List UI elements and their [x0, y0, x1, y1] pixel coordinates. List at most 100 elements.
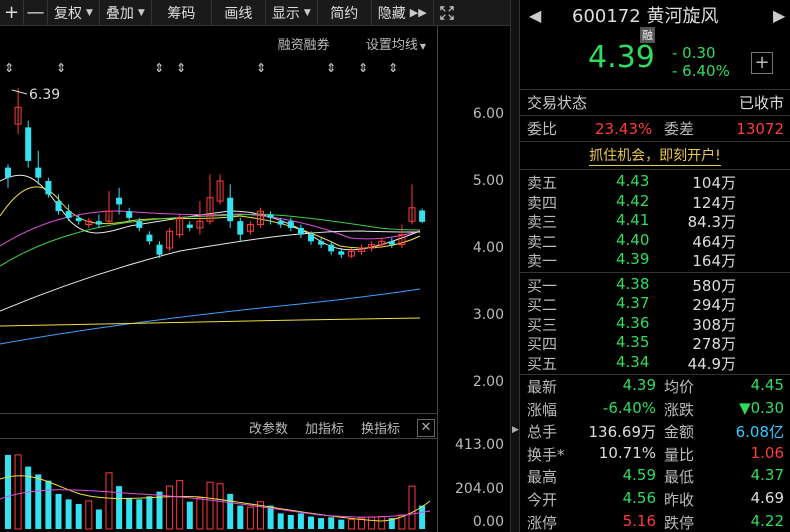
candle-body	[227, 197, 234, 222]
stock-name: 黄河旋风	[646, 6, 719, 27]
order-book-row[interactable]: 买五 4.34 44.9万	[520, 353, 790, 373]
fuquan-dropdown[interactable]: 复权 ▼	[48, 0, 100, 25]
stat-value: 4.45	[750, 376, 784, 394]
event-marker-icon[interactable]: ⇕	[256, 61, 266, 75]
candle-body	[237, 221, 244, 235]
volume-axis-label: 0.00	[472, 514, 504, 530]
candle-body	[156, 244, 163, 255]
weicha-label: 委差	[664, 120, 695, 138]
volume-bar	[378, 516, 386, 530]
kline-chart-area[interactable]: 融资融券 设置均线 ▼ ⇕ ⇕ ⇕ ⇕ ⇕ ⇕ ⇕ ⇕ 6.39	[0, 26, 510, 532]
prev-stock-icon[interactable]: ◀	[529, 6, 541, 25]
huaxian-button[interactable]: 画线	[212, 0, 266, 25]
volume-bar	[338, 519, 345, 529]
chouma-button[interactable]: 筹码	[152, 0, 212, 25]
jianyue-button[interactable]: 简约	[318, 0, 372, 25]
candle-body	[338, 251, 345, 255]
price-axis-label: 3.00	[472, 307, 504, 323]
candle-body	[267, 214, 274, 218]
event-marker-icon[interactable]: ⇕	[176, 61, 186, 75]
volume-bar	[75, 504, 82, 529]
volume-bar	[14, 454, 22, 530]
panel-splitter[interactable]: ▶	[510, 0, 520, 532]
open-account-link[interactable]: 抓住机会，即刻开户!	[589, 145, 721, 166]
stock-code: 600172	[572, 6, 641, 27]
switch-indicator-button[interactable]: 换指标	[361, 418, 400, 437]
stat-label: 最低	[664, 468, 695, 487]
fullscreen-icon[interactable]	[434, 0, 460, 25]
diejia-dropdown[interactable]: 叠加 ▼	[100, 0, 152, 25]
volume-bar	[126, 497, 133, 529]
event-marker-icon[interactable]: ⇕	[56, 61, 66, 75]
order-book-row[interactable]: 买二 4.37 294万	[520, 294, 790, 314]
stock-title: 600172 黄河旋风	[572, 2, 718, 28]
book-price: 4.42	[616, 191, 650, 210]
caret-down-icon: ▼	[303, 7, 311, 18]
next-stock-icon[interactable]: ▶	[773, 6, 785, 25]
order-book-row[interactable]: 卖三 4.41 84.3万	[520, 211, 790, 231]
collapse-arrow-icon[interactable]: ▶	[512, 425, 519, 435]
zoom-in-button[interactable]: +	[0, 0, 24, 25]
add-watchlist-button[interactable]: +	[751, 52, 773, 74]
event-marker-icon[interactable]: ⇕	[4, 61, 14, 75]
candle-body	[287, 221, 294, 228]
change-params-button[interactable]: 改参数	[249, 418, 288, 437]
order-book-row[interactable]: 卖一 4.39 164万	[520, 250, 790, 270]
close-indicator-icon[interactable]: ✕	[417, 419, 435, 437]
stat-label: 涨幅	[527, 400, 558, 419]
event-marker-icon[interactable]: ⇕	[358, 61, 368, 75]
order-book-row[interactable]: 卖二 4.40 464万	[520, 231, 790, 251]
stat-label: 最新	[527, 378, 558, 396]
order-book-row[interactable]: 卖四 4.42 124万	[520, 192, 790, 212]
candle-body	[55, 201, 62, 212]
yincang-button[interactable]: 隐藏 ▶▶	[372, 0, 434, 25]
xianshi-dropdown[interactable]: 显示 ▼	[266, 0, 318, 25]
stat-label: 最高	[527, 468, 558, 487]
add-indicator-button[interactable]: 加指标	[305, 418, 344, 437]
volume-bar	[328, 517, 335, 529]
xianshi-label: 显示	[271, 5, 300, 22]
caret-down-icon: ▼	[137, 7, 145, 18]
volume-bar	[35, 474, 42, 529]
volume-bar	[237, 505, 244, 529]
candle-body	[95, 221, 102, 225]
volume-bar	[277, 513, 284, 529]
price-axis-label: 6.00	[472, 106, 504, 122]
order-book-row[interactable]: 买四 4.35 278万	[520, 333, 790, 353]
stats-row: 总手 136.69万 金额 6.08亿	[520, 421, 790, 444]
volume-bar	[297, 513, 304, 529]
candle-body	[328, 244, 335, 252]
stat-value: 4.22	[750, 511, 784, 530]
event-marker-icon[interactable]: ⇕	[388, 61, 398, 75]
order-book-row[interactable]: 买三 4.36 308万	[520, 314, 790, 334]
candle-body	[65, 211, 72, 218]
indicator-toolbar: 改参数 加指标 换指标	[0, 413, 437, 439]
axis-divider	[437, 26, 438, 532]
price-axis-label: 5.00	[472, 173, 504, 189]
stat-value: 4.69	[750, 488, 784, 507]
book-volume: 164万	[692, 252, 736, 270]
ma-line	[0, 317, 421, 327]
event-marker-icon[interactable]: ⇕	[326, 61, 336, 75]
order-book-row[interactable]: 买一 4.38 580万	[520, 275, 790, 295]
yincang-label: 隐藏	[377, 5, 406, 22]
book-volume: 124万	[692, 193, 736, 212]
volume-bar	[347, 519, 355, 530]
volume-bar	[45, 480, 52, 529]
zoom-out-button[interactable]: —	[24, 0, 48, 25]
book-level-label: 卖五	[527, 174, 558, 192]
open-account-banner[interactable]: 抓住机会，即刻开户!	[520, 142, 790, 170]
book-volume: 294万	[692, 296, 736, 314]
order-book-row[interactable]: 卖五 4.43 104万	[520, 172, 790, 192]
book-price: 4.38	[616, 274, 650, 293]
stat-label: 金额	[664, 423, 695, 442]
stats-row: 涨幅 -6.40% 涨跌 ▼0.30	[520, 399, 790, 422]
stat-value: 4.59	[622, 466, 656, 485]
book-price: 4.37	[616, 294, 650, 312]
ask-book: 卖五 4.43 104万 卖四 4.42 124万 卖三 4.41 84.3万 卖二 4.40 464…	[520, 170, 790, 273]
volume-axis-label: 204.00	[455, 481, 504, 497]
high-price-label: 6.39	[29, 87, 61, 103]
book-price: 4.43	[616, 172, 650, 190]
event-marker-icon[interactable]: ⇕	[154, 61, 164, 75]
weibi-label: 委比	[527, 120, 558, 138]
